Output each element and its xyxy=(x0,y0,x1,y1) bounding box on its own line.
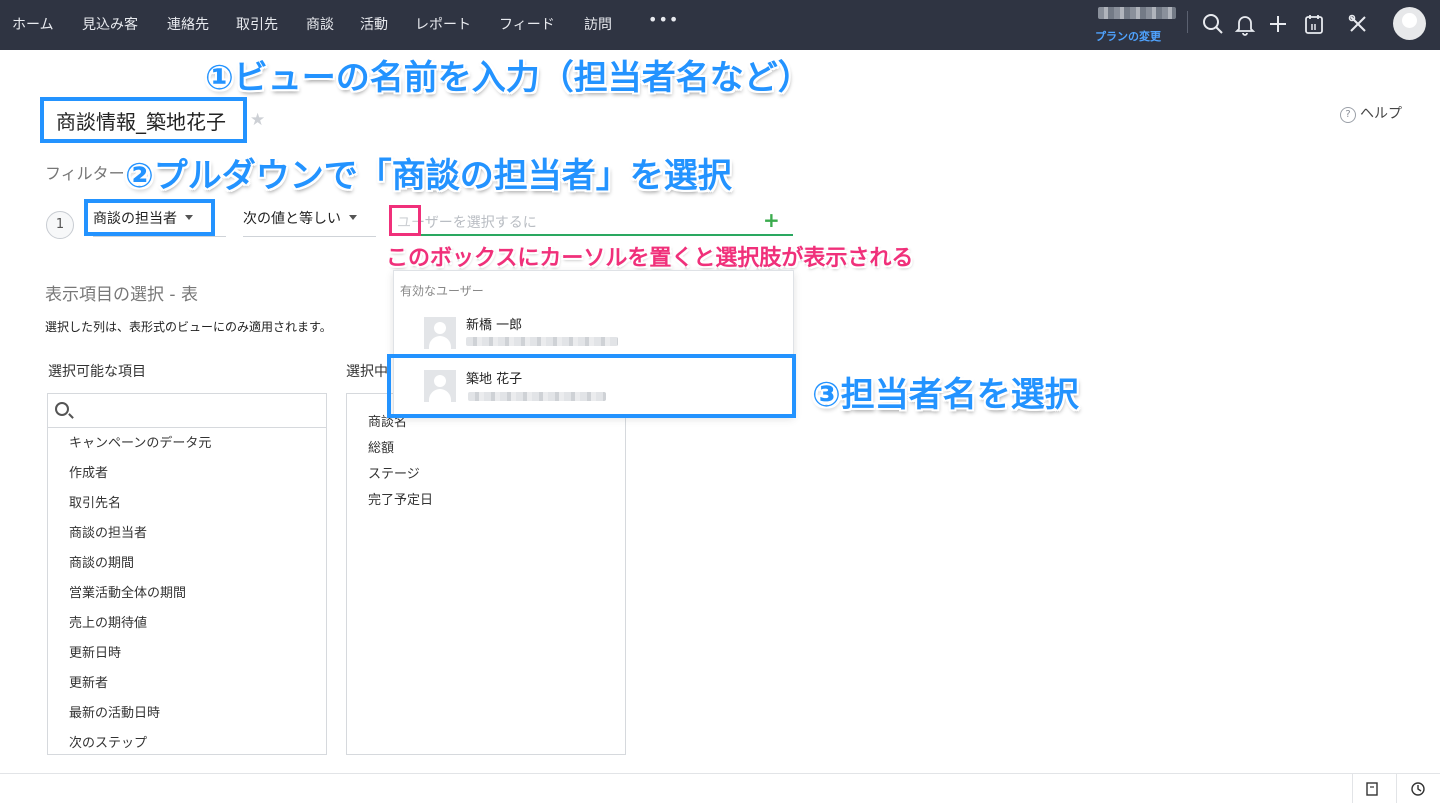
list-item[interactable]: 完了予定日 xyxy=(368,489,433,508)
annotation-step3: ③担当者名を選択 xyxy=(812,375,1079,415)
filter-operator-value: 次の値と等しい xyxy=(243,211,341,227)
clipboard-icon xyxy=(1366,782,1378,796)
annotation-cursor-hint: このボックスにカーソルを置くと選択肢が表示される xyxy=(386,246,914,271)
chevron-down-icon xyxy=(349,215,357,220)
highlight-field-select xyxy=(84,199,215,236)
bottom-bar-button[interactable] xyxy=(1352,774,1390,803)
columns-section-note: 選択した列は、表形式のビューにのみ適用されます。 xyxy=(45,320,332,334)
bell-icon[interactable] xyxy=(1233,12,1257,36)
nav-home[interactable]: ホーム xyxy=(12,14,54,34)
list-item[interactable]: 商談の期間 xyxy=(69,552,134,571)
available-columns-search[interactable] xyxy=(48,394,326,428)
setup-tools-icon[interactable] xyxy=(1346,12,1370,36)
nav-visits[interactable]: 訪問 xyxy=(584,14,612,34)
bottom-bar xyxy=(0,773,1440,803)
list-item[interactable]: 更新者 xyxy=(69,672,108,691)
filter-label: フィルター xyxy=(45,164,125,183)
favorite-star-icon[interactable]: ★ xyxy=(250,110,265,130)
calendar-icon[interactable] xyxy=(1302,12,1326,36)
nav-feeds[interactable]: フィード xyxy=(499,14,555,34)
list-item[interactable]: キャンペーンのデータ元 xyxy=(69,432,211,451)
list-item[interactable]: 商談の担当者 xyxy=(69,522,147,541)
search-icon xyxy=(55,402,69,416)
dropdown-header: 有効なユーザー xyxy=(400,284,484,298)
nav-leads[interactable]: 見込み客 xyxy=(82,14,138,34)
user-avatar-placeholder xyxy=(424,317,456,349)
help-icon: ? xyxy=(1340,107,1356,123)
selected-columns-title: 選択中 xyxy=(346,364,388,380)
nav-contacts[interactable]: 連絡先 xyxy=(167,14,209,34)
list-item[interactable]: ステージ xyxy=(368,463,420,482)
highlight-user-option xyxy=(387,354,796,418)
nav-activities[interactable]: 活動 xyxy=(360,14,388,34)
list-item[interactable]: 総額 xyxy=(368,437,394,456)
plus-icon[interactable] xyxy=(1266,12,1290,36)
filter-row-number: 1 xyxy=(46,211,74,239)
help-label: ヘルプ xyxy=(1360,106,1402,122)
nav-divider xyxy=(1187,11,1188,33)
list-item[interactable]: 更新日時 xyxy=(69,642,121,661)
org-name-blurred xyxy=(1098,7,1176,19)
list-item[interactable]: 営業活動全体の期間 xyxy=(69,582,186,601)
search-icon[interactable] xyxy=(1201,12,1225,36)
filter-operator-select[interactable]: 次の値と等しい xyxy=(243,208,376,237)
user-option-name: 新橋 一郎 xyxy=(466,318,523,333)
highlight-user-input xyxy=(389,205,421,236)
plan-change-link[interactable]: プランの変更 xyxy=(1095,28,1161,44)
nav-more-button[interactable]: ••• xyxy=(648,10,679,29)
list-item[interactable]: 取引先名 xyxy=(69,492,121,511)
user-select-input[interactable]: ユーザーを選択するに xyxy=(393,206,793,236)
nav-reports[interactable]: レポート xyxy=(415,14,471,34)
user-email-blurred xyxy=(466,337,618,346)
available-columns-title: 選択可能な項目 xyxy=(48,364,146,380)
nav-accounts[interactable]: 取引先 xyxy=(236,14,278,34)
highlight-view-name xyxy=(40,97,247,143)
user-avatar[interactable] xyxy=(1393,7,1426,40)
list-item[interactable]: 売上の期待値 xyxy=(69,612,147,631)
history-icon xyxy=(1411,782,1425,796)
help-link[interactable]: ? ヘルプ xyxy=(1340,103,1402,123)
list-item[interactable]: 最新の活動日時 xyxy=(69,702,160,721)
bottom-bar-button[interactable] xyxy=(1396,774,1440,803)
nav-deals[interactable]: 商談 xyxy=(306,14,334,34)
annotation-step2: ②プルダウンで「商談の担当者」を選択 xyxy=(125,156,732,196)
annotation-step1: ①ビューの名前を入力（担当者名など） xyxy=(205,58,812,98)
list-item[interactable]: 作成者 xyxy=(69,462,108,481)
add-filter-button[interactable]: + xyxy=(763,208,780,232)
top-nav: ホーム 見込み客 連絡先 取引先 商談 活動 レポート フィード 訪問 ••• … xyxy=(0,0,1440,50)
list-item[interactable]: 次のステップ xyxy=(69,732,147,751)
columns-section-title: 表示項目の選択 - 表 xyxy=(45,285,198,305)
